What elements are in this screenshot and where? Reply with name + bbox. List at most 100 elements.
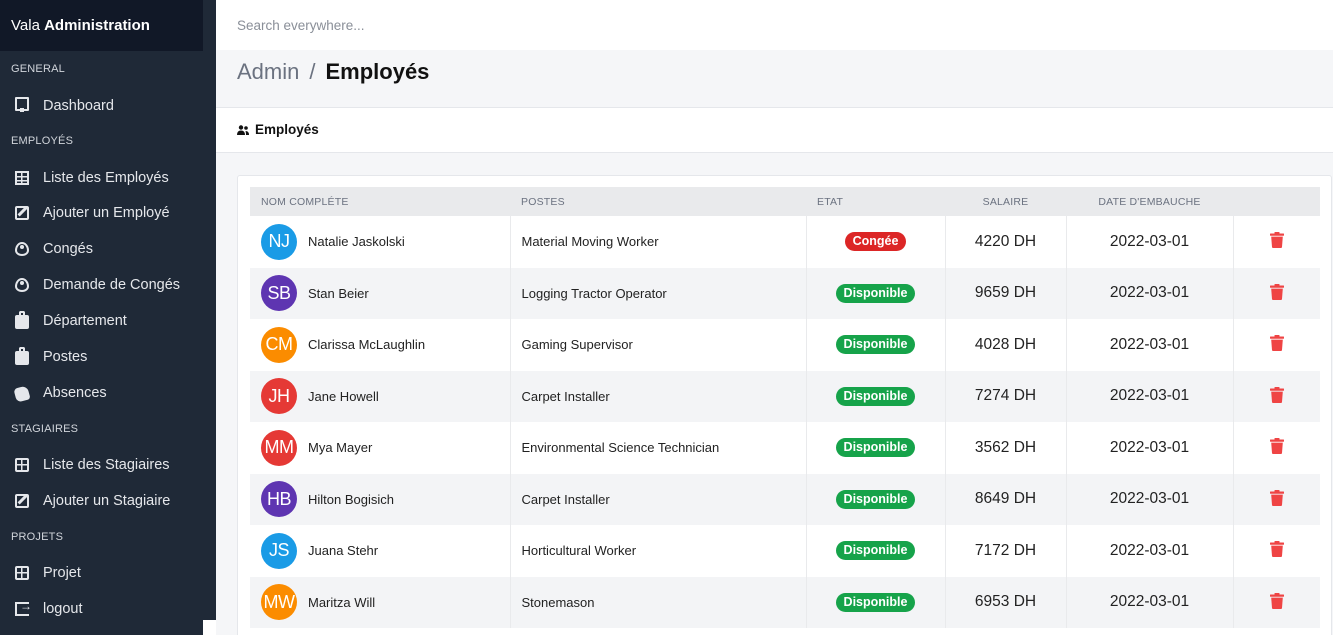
actions-cell (1233, 319, 1320, 371)
employee-poste: Horticultural Worker (521, 543, 637, 559)
sidebar-item-label: Dashboard (43, 98, 114, 114)
poste-cell: Stonemason (510, 576, 807, 628)
employee-name: Mya Mayer (308, 440, 373, 456)
sidebar-item-dashboard[interactable]: Dashboard (0, 91, 216, 121)
sidebar-item-postes[interactable]: Postes (0, 342, 216, 372)
trash-icon[interactable] (1269, 232, 1284, 249)
table-row[interactable]: CM Clarissa McLaughlin Gaming Supervisor… (250, 319, 1320, 371)
table-row[interactable]: NJ Natalie Jaskolski Material Moving Wor… (250, 216, 1320, 268)
grid-icon (15, 458, 29, 472)
employee-date: 2022-03-01 (1109, 232, 1190, 250)
page-title: Employés (325, 59, 430, 84)
table-row[interactable]: MM Mya Mayer Environmental Science Techn… (250, 422, 1320, 474)
salaire-cell: 7172 DH (945, 525, 1067, 577)
breadcrumb-root[interactable]: Admin (237, 59, 299, 84)
employee-salaire: 4028 DH (974, 335, 1037, 353)
column-header-salaire[interactable]: SALAIRE (945, 187, 1066, 216)
date-cell: 2022-03-01 (1066, 576, 1234, 628)
avatar: JS (261, 532, 297, 569)
sidebar-item-departement[interactable]: Département (0, 306, 216, 336)
status-badge: Disponible (835, 283, 916, 303)
column-header-nom[interactable]: NOM COMPLÉTE (250, 187, 510, 216)
avatar: HB (261, 481, 297, 518)
trash-icon[interactable] (1269, 283, 1284, 300)
table-row[interactable]: JS Juana Stehr Horticultural Worker Disp… (250, 525, 1320, 577)
salaire-cell: 9659 DH (945, 267, 1067, 319)
briefcase-icon (15, 347, 29, 365)
date-cell: 2022-03-01 (1066, 473, 1234, 525)
date-cell: 2022-03-01 (1066, 370, 1234, 422)
sidebar-item-conges[interactable]: Congés (0, 234, 216, 264)
table-row[interactable]: HB Hilton Bogisich Carpet Installer Disp… (250, 473, 1320, 525)
sidebar-item-absences[interactable]: Absences (0, 378, 216, 408)
sidebar-item-liste-employes[interactable]: Liste des Employés (0, 163, 216, 193)
avatar: CM (261, 326, 297, 363)
etat-cell: Disponible (806, 267, 946, 319)
trash-icon[interactable] (1269, 489, 1284, 506)
salaire-cell: 4028 DH (945, 319, 1067, 371)
employee-salaire: 4220 DH (974, 232, 1037, 250)
sidebar-item-label: logout (43, 601, 83, 617)
trash-icon[interactable] (1269, 386, 1284, 403)
poste-cell: Environmental Science Technician (510, 422, 807, 474)
table-row[interactable]: JH Jane Howell Carpet Installer Disponib… (250, 370, 1320, 423)
trash-icon[interactable] (1269, 541, 1284, 558)
employee-salaire: 6953 DH (974, 593, 1037, 611)
status-badge: Disponible (835, 541, 916, 561)
poste-cell: Logging Tractor Operator (510, 267, 807, 319)
brand-logo[interactable]: Vala Administration (0, 0, 203, 51)
avatar: SB (261, 275, 297, 312)
employee-name: Juana Stehr (308, 543, 379, 559)
avatar: NJ (261, 223, 297, 260)
salaire-cell: 4220 DH (945, 216, 1067, 268)
name-cell: HB Hilton Bogisich (250, 473, 511, 525)
employee-name: Hilton Bogisich (308, 491, 394, 507)
column-header-actions (1233, 187, 1320, 216)
table-row[interactable]: MW Maritza Will Stonemason Disponible 69… (250, 576, 1320, 628)
sidebar-item-ajouter-stagiaire[interactable]: Ajouter un Stagiaire (0, 486, 216, 516)
sidebar-item-liste-stagiaires[interactable]: Liste des Stagiaires (0, 450, 216, 480)
breadcrumb: Admin / Employés (237, 59, 429, 85)
etat-cell: Disponible (806, 370, 946, 422)
users-icon (237, 124, 249, 135)
etat-cell: Congée (806, 216, 946, 268)
trash-icon[interactable] (1269, 592, 1284, 609)
etat-cell: Disponible (806, 525, 946, 577)
etat-cell: Disponible (806, 473, 946, 525)
sidebar-item-demande-conges[interactable]: Demande de Congés (0, 270, 216, 300)
monitor-icon (15, 97, 29, 112)
sidebar-item-label: Ajouter un Stagiaire (43, 493, 171, 509)
sidebar-item-ajouter-employe[interactable]: Ajouter un Employé (0, 198, 216, 228)
salaire-cell: 8649 DH (945, 473, 1067, 525)
employee-date: 2022-03-01 (1109, 438, 1190, 456)
eye-icon (15, 278, 29, 292)
sidebar-item-label: Liste des Employés (43, 170, 169, 186)
employee-salaire: 3562 DH (974, 438, 1037, 456)
status-badge: Disponible (835, 386, 916, 406)
search-input[interactable] (237, 18, 637, 33)
section-projets: PROJETS (11, 531, 64, 543)
column-header-date[interactable]: DATE D'EMBAUCHE (1066, 187, 1233, 216)
sidebar-item-projet[interactable]: Projet (0, 558, 216, 588)
employee-poste: Carpet Installer (521, 388, 610, 404)
status-badge: Disponible (835, 489, 916, 509)
table-icon (15, 171, 29, 185)
actions-cell (1233, 371, 1320, 423)
sidebar-item-logout[interactable]: logout (0, 594, 216, 624)
date-cell: 2022-03-01 (1066, 422, 1234, 474)
employee-date: 2022-03-01 (1109, 541, 1190, 559)
employee-name: Natalie Jaskolski (308, 234, 405, 250)
sidebar-item-label: Département (43, 313, 127, 329)
table-row[interactable]: SB Stan Beier Logging Tractor Operator D… (250, 267, 1320, 319)
column-header-postes[interactable]: POSTES (510, 187, 806, 216)
poste-cell: Carpet Installer (510, 473, 807, 525)
trash-icon[interactable] (1269, 438, 1284, 455)
trash-icon[interactable] (1269, 335, 1284, 352)
employee-name: Stan Beier (308, 285, 369, 301)
name-cell: CM Clarissa McLaughlin (250, 319, 511, 371)
employee-poste: Logging Tractor Operator (521, 285, 667, 301)
eye-icon (15, 242, 29, 256)
column-header-etat[interactable]: ETAT (806, 187, 945, 216)
employee-salaire: 7274 DH (974, 387, 1037, 405)
etat-cell: Disponible (806, 422, 946, 474)
